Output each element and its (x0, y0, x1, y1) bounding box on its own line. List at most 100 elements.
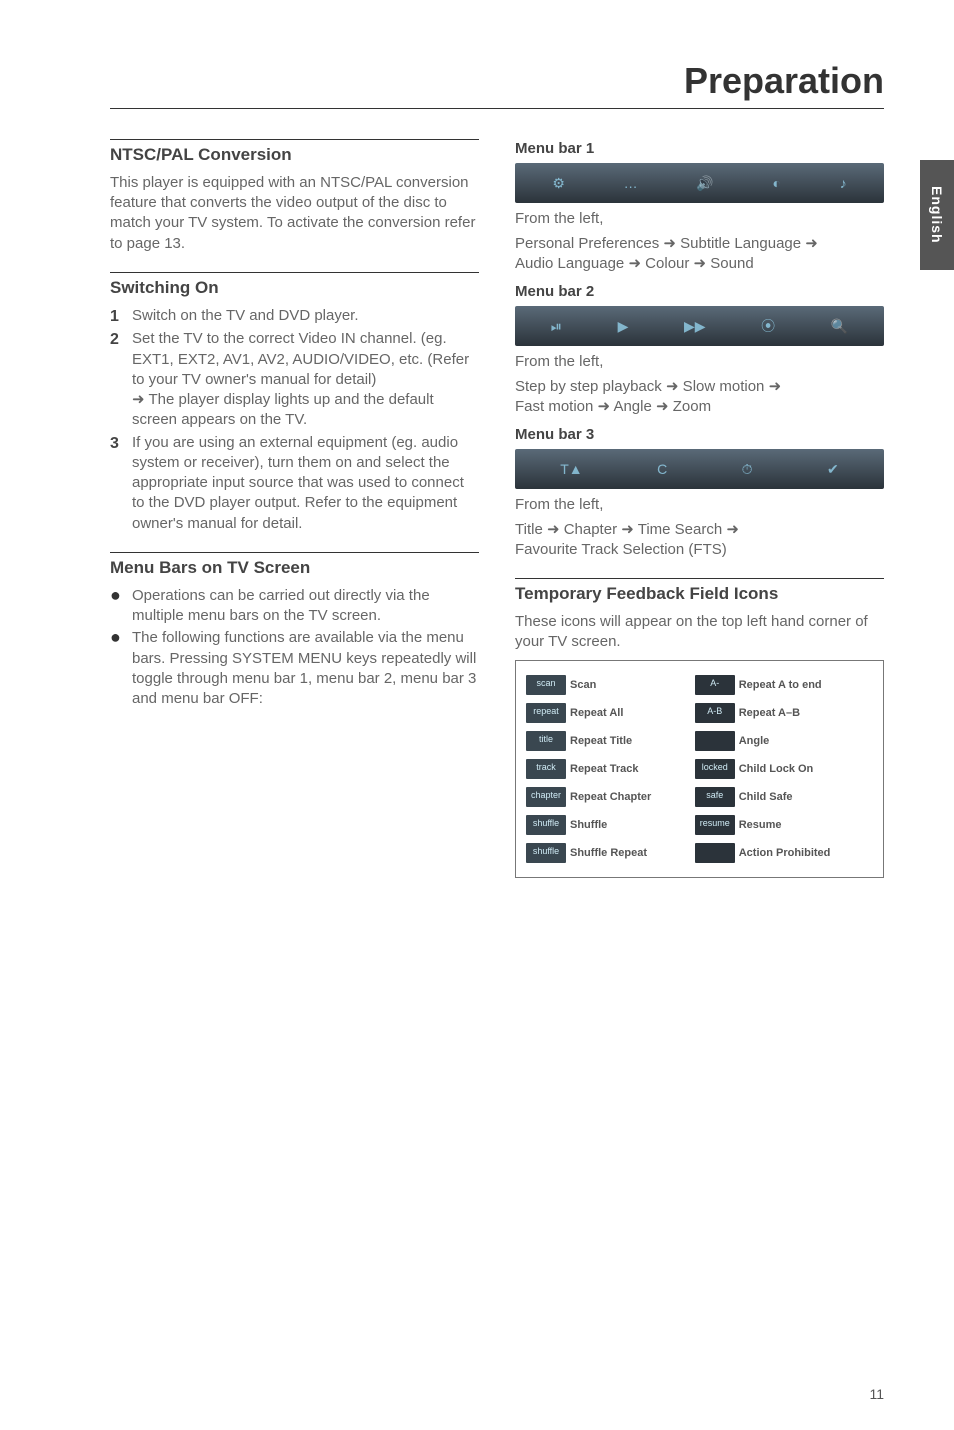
icon-cell-left: scanScan (524, 671, 693, 699)
icon-cell-right: Action Prohibited (693, 839, 875, 867)
arrow-icon: ➜ (621, 521, 634, 538)
feedback-chip-icon: locked (695, 759, 735, 779)
arrow-icon: ➜ (805, 235, 818, 252)
feedback-icons-table: scanScanA-Repeat A to end repeat Repeat Al… (524, 671, 875, 867)
menubar2-path: Step by step playback ➜ Slow motion ➜ Fa… (515, 377, 884, 418)
path-seg: Colour (641, 255, 694, 272)
menubar1-path: Personal Preferences ➜ Subtitle Language… (515, 234, 884, 275)
menubar3-path: Title ➜ Chapter ➜ Time Search ➜ Favourit… (515, 520, 884, 561)
step-2-text: Set the TV to the correct Video IN chann… (132, 330, 469, 388)
feedback-label: Repeat All (570, 707, 623, 719)
arrow-icon: ➜ (666, 378, 679, 395)
step-number: 3 (110, 433, 132, 534)
bullet-dot-icon: ● (110, 586, 132, 627)
columns: NTSC/PAL Conversion This player is equip… (110, 139, 884, 878)
feedback-chip-icon: safe (695, 787, 735, 807)
feedback-label: Repeat Title (570, 735, 632, 747)
icon-cell-right: A-B Repeat A–B (693, 699, 875, 727)
feedback-chip-icon (695, 731, 735, 751)
arrow-icon: ➜ (598, 398, 611, 415)
path-seg: Personal Preferences (515, 235, 663, 252)
menubar3-title: Menu bar 3 (515, 425, 884, 445)
feedback-label: Action Prohibited (739, 847, 831, 859)
icon-row: scanScanA-Repeat A to end (524, 671, 875, 699)
section-switching-title: Switching On (110, 272, 479, 300)
section-ntsc-body: This player is equipped with an NTSC/PAL… (110, 173, 479, 254)
menubar2-from: From the left, (515, 352, 884, 372)
feedback-chip-icon: chapter (526, 787, 566, 807)
icon-cell-left: shuffleShuffle (524, 811, 693, 839)
feedback-chip-icon: resume (695, 815, 735, 835)
language-tab: English (920, 160, 954, 270)
feedback-label: Repeat A to end (739, 679, 822, 691)
feedback-label: Angle (739, 735, 770, 747)
feedback-label: Scan (570, 679, 596, 691)
menubar1-from: From the left, (515, 209, 884, 229)
feedback-label: Repeat Chapter (570, 791, 651, 803)
menubar3-from: From the left, (515, 495, 884, 515)
step-body: If you are using an external equipment (… (132, 433, 479, 534)
feedback-chip-icon: title (526, 731, 566, 751)
bullet-1: ● Operations can be carried out directly… (110, 586, 479, 627)
menubar1-image: ⚙…🔊◐♪ (515, 163, 884, 203)
menubar2-image: ⏯▶▶▶⦿🔍 (515, 306, 884, 346)
arrow-icon: ➜ (656, 398, 669, 415)
path-seg: Subtitle Language (676, 235, 805, 252)
step-number: 2 (110, 329, 132, 430)
icon-cell-right: Angle (693, 727, 875, 755)
icon-cell-left: shuffle Shuffle Repeat (524, 839, 693, 867)
step-body: Switch on the TV and DVD player. (132, 306, 479, 328)
path-seg: Fast motion (515, 398, 598, 415)
menubar1-title: Menu bar 1 (515, 139, 884, 159)
path-seg: Step by step playback (515, 378, 666, 395)
arrow-icon: ➜ (628, 255, 641, 272)
feedback-chip-icon (695, 843, 735, 863)
chapter-title: Preparation (110, 60, 884, 109)
icon-row: title Repeat Title Angle (524, 727, 875, 755)
icon-cell-right: safe Child Safe (693, 783, 875, 811)
feedback-label: Repeat A–B (739, 707, 800, 719)
feedback-body: These icons will appear on the top left … (515, 612, 884, 653)
path-seg: Angle (610, 398, 656, 415)
feedback-chip-icon: repeat (526, 703, 566, 723)
arrow-icon: ➜ (694, 255, 707, 272)
bullet-2: ● The following functions are available … (110, 628, 479, 709)
feedback-icons-box: scanScanA-Repeat A to end repeat Repeat Al… (515, 660, 884, 878)
section-feedback-title: Temporary Feedback Field Icons (515, 578, 884, 606)
path-seg: Audio Language (515, 255, 628, 272)
feedback-label: Shuffle (570, 819, 607, 831)
section-menubars-title: Menu Bars on TV Screen (110, 552, 479, 580)
arrow-icon: ➜ (769, 378, 782, 395)
path-seg: Time Search (634, 521, 727, 538)
page: English Preparation NTSC/PAL Conversion … (0, 0, 954, 1430)
icon-cell-left: repeat Repeat All (524, 699, 693, 727)
icon-cell-right: A-Repeat A to end (693, 671, 875, 699)
bullet-body: The following functions are available vi… (132, 628, 479, 709)
feedback-label: Resume (739, 819, 782, 831)
bullet-dot-icon: ● (110, 628, 132, 709)
menubar3-image: T▲C⏱✔ (515, 449, 884, 489)
feedback-label: Repeat Track (570, 763, 638, 775)
feedback-chip-icon: A-B (695, 703, 735, 723)
left-column: NTSC/PAL Conversion This player is equip… (110, 139, 479, 878)
path-seg: Chapter (560, 521, 622, 538)
feedback-label: Shuffle Repeat (570, 847, 647, 859)
icon-cell-left: title Repeat Title (524, 727, 693, 755)
icon-row: shuffle Shuffle Repeat Action Prohibited (524, 839, 875, 867)
page-number: 11 (869, 1386, 884, 1402)
path-seg: Slow motion (679, 378, 769, 395)
icon-row: chapter Repeat Chapter safe Child Safe (524, 783, 875, 811)
path-seg: Sound (706, 255, 754, 272)
step-2: 2 Set the TV to the correct Video IN cha… (110, 329, 479, 430)
feedback-label: Child Lock On (739, 763, 814, 775)
path-seg: Favourite Track Selection (FTS) (515, 541, 727, 558)
feedback-label: Child Safe (739, 791, 793, 803)
feedback-chip-icon: shuffle (526, 843, 566, 863)
icon-cell-left: trackRepeat Track (524, 755, 693, 783)
arrow-icon: ➜ (547, 521, 560, 538)
arrow-icon: ➜ (726, 521, 739, 538)
step-2-result: ➜ The player display lights up and the d… (132, 391, 434, 428)
path-seg: Title (515, 521, 547, 538)
path-seg: Zoom (669, 398, 712, 415)
icon-cell-right: locked Child Lock On (693, 755, 875, 783)
